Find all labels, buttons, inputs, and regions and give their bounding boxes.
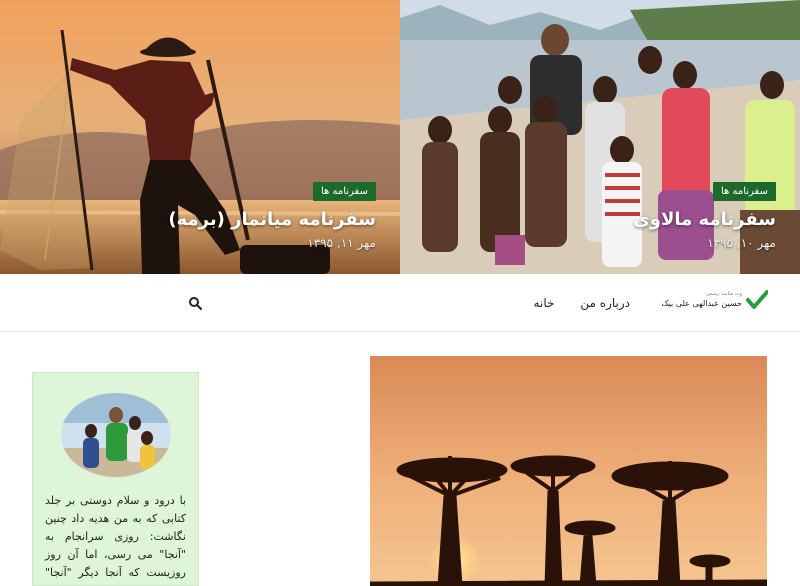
- post-title[interactable]: سفرنامه میانمار (برمه): [168, 209, 376, 230]
- slide-caption: سفرنامه ها سفرنامه مالاوی مهر ۱۰, ۱۳۹۵: [633, 179, 776, 250]
- featured-post-malawi[interactable]: سفرنامه ها سفرنامه مالاوی مهر ۱۰, ۱۳۹۵: [400, 0, 800, 274]
- logo-tagline: وب سایت رسمی: [706, 291, 742, 297]
- site-header: وب سایت رسمی حسین عبدالهی علی بیک خانه د…: [0, 274, 800, 332]
- nav-item-home[interactable]: خانه: [534, 296, 555, 310]
- about-text: با درود و سلام دوستی بر جلد کتابی که به …: [45, 494, 186, 585]
- search-icon[interactable]: [188, 296, 202, 310]
- post-featured-image[interactable]: [370, 356, 767, 586]
- post-date: مهر ۱۱, ۱۳۹۵: [307, 236, 376, 250]
- nav-item-about[interactable]: درباره من: [580, 296, 630, 310]
- slide-caption: سفرنامه ها سفرنامه میانمار (برمه) مهر ۱۱…: [168, 179, 376, 250]
- post-date: مهر ۱۰, ۱۳۹۵: [707, 236, 776, 250]
- featured-slider: سفرنامه ها سفرنامه میانمار (برمه) مهر ۱۱…: [0, 0, 800, 274]
- category-badge[interactable]: سفرنامه ها: [312, 182, 376, 201]
- post-title[interactable]: سفرنامه مالاوی: [633, 209, 776, 230]
- site-logo[interactable]: وب سایت رسمی حسین عبدالهی علی بیک: [661, 287, 768, 321]
- featured-post-myanmar[interactable]: سفرنامه ها سفرنامه میانمار (برمه) مهر ۱۱…: [0, 0, 400, 274]
- category-badge[interactable]: سفرنامه ها: [712, 182, 776, 201]
- main-nav: خانه درباره من: [534, 274, 630, 332]
- about-widget: با درود و سلام دوستی بر جلد کتابی که به …: [32, 372, 199, 586]
- checkmark-icon: [746, 290, 768, 309]
- author-avatar: [61, 393, 171, 477]
- author-photo: [61, 393, 171, 477]
- logo-name: حسین عبدالهی علی بیک: [661, 299, 742, 308]
- baobab-sunset-photo: [370, 356, 767, 586]
